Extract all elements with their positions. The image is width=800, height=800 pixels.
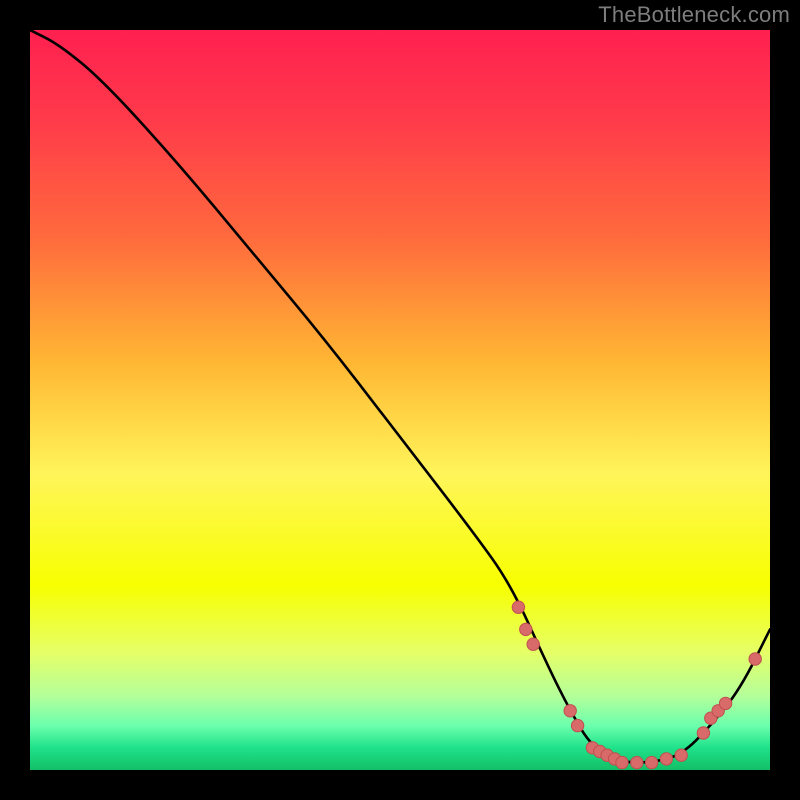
data-marker [564, 705, 576, 717]
data-marker [571, 719, 583, 731]
chart-svg [30, 30, 770, 770]
data-marker [749, 653, 761, 665]
data-marker [697, 727, 709, 739]
data-marker [512, 601, 524, 613]
watermark-text: TheBottleneck.com [598, 2, 790, 28]
plot-area [30, 30, 770, 770]
data-marker [645, 756, 657, 768]
data-marker [520, 623, 532, 635]
chart-container: TheBottleneck.com [0, 0, 800, 800]
data-marker [675, 749, 687, 761]
data-marker [527, 638, 539, 650]
marker-group [512, 601, 761, 769]
data-marker [616, 756, 628, 768]
data-marker [719, 697, 731, 709]
bottleneck-curve [30, 30, 770, 763]
data-marker [631, 756, 643, 768]
data-marker [660, 753, 672, 765]
